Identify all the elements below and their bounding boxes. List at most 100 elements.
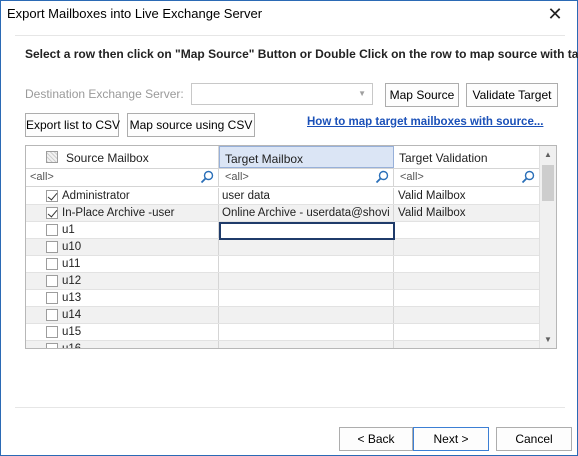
search-icon[interactable] (200, 170, 214, 184)
cell-source[interactable]: u10 (26, 239, 219, 255)
source-mailbox-text: u15 (62, 326, 82, 338)
search-icon[interactable] (521, 170, 535, 184)
cancel-button[interactable]: Cancel (496, 427, 572, 451)
row-checkbox[interactable] (46, 292, 58, 304)
row-checkbox[interactable] (46, 258, 58, 270)
cell-validation (394, 307, 540, 323)
cell-validation (394, 239, 540, 255)
cell-validation (394, 222, 540, 238)
filter-source-text: <all> (30, 171, 54, 183)
source-mailbox-text: u10 (62, 241, 82, 253)
cell-source[interactable]: In-Place Archive -user (26, 205, 219, 221)
row-checkbox[interactable] (46, 224, 58, 236)
scroll-up-icon[interactable]: ▲ (540, 146, 556, 163)
cell-validation (394, 273, 540, 289)
destination-server-dropdown[interactable]: ▼ (191, 83, 373, 105)
table-row[interactable]: In-Place Archive -user Online Archive - u… (26, 205, 540, 222)
cell-source[interactable]: u13 (26, 290, 219, 306)
export-dialog: Export Mailboxes into Live Exchange Serv… (0, 0, 578, 456)
cell-target[interactable] (219, 273, 394, 289)
source-mailbox-text: u11 (62, 258, 81, 270)
source-mailbox-text: Administrator (62, 190, 130, 202)
bottom-divider (15, 407, 565, 408)
row-checkbox[interactable] (46, 241, 58, 253)
top-divider (15, 35, 565, 36)
column-header-target[interactable]: Target Mailbox (219, 146, 394, 168)
select-all-checkbox[interactable] (46, 151, 58, 163)
how-to-map-link[interactable]: How to map target mailboxes with source.… (307, 116, 543, 128)
target-validation-text: Valid Mailbox (398, 190, 466, 202)
chevron-down-icon: ▼ (358, 89, 366, 98)
row-checkbox[interactable] (46, 343, 58, 348)
source-mailbox-text: u12 (62, 275, 82, 287)
cell-target[interactable] (219, 324, 394, 340)
target-mailbox-text: Online Archive - userdata@shovi... (222, 207, 390, 219)
cell-source[interactable]: u1 (26, 222, 219, 238)
mailbox-mapping-grid: Source Mailbox Target Mailbox Target Val… (25, 145, 557, 349)
cell-target[interactable] (219, 256, 394, 272)
cell-source[interactable]: Administrator (26, 188, 219, 204)
grid-filter-row: <all> <all> <all> (26, 169, 540, 187)
cell-target[interactable]: Online Archive - userdata@shovi... (219, 205, 394, 221)
next-button[interactable]: Next > (413, 427, 489, 451)
search-icon[interactable] (375, 170, 389, 184)
filter-source[interactable]: <all> (26, 169, 219, 186)
filter-target[interactable]: <all> (219, 169, 394, 186)
row-checkbox[interactable] (46, 207, 58, 219)
cell-target[interactable]: user data (219, 188, 394, 204)
export-list-csv-button[interactable]: Export list to CSV (25, 113, 120, 137)
instruction-text: Select a row then click on "Map Source" … (25, 47, 578, 61)
filter-validation[interactable]: <all> (394, 169, 540, 186)
cell-target[interactable] (219, 290, 394, 306)
active-cell-editor[interactable] (219, 222, 395, 240)
close-icon[interactable]: ✕ (543, 3, 567, 25)
row-checkbox[interactable] (46, 275, 58, 287)
table-row[interactable]: u14 (26, 307, 540, 324)
source-mailbox-text: u1 (62, 224, 75, 236)
filter-validation-text: <all> (400, 171, 424, 183)
table-row[interactable]: u13 (26, 290, 540, 307)
cell-source[interactable]: u14 (26, 307, 219, 323)
cell-validation (394, 324, 540, 340)
source-mailbox-text: u13 (62, 292, 82, 304)
column-header-label: Source Mailbox (66, 151, 149, 165)
table-row[interactable]: Administrator user data Valid Mailbox (26, 188, 540, 205)
cell-target[interactable] (219, 307, 394, 323)
destination-server-label: Destination Exchange Server: (25, 87, 184, 101)
table-row[interactable]: u1 (26, 222, 540, 240)
cell-source[interactable]: u11 (26, 256, 219, 272)
column-header-validation[interactable]: Target Validation (394, 146, 540, 168)
table-row[interactable]: u12 (26, 273, 540, 290)
cell-source[interactable]: u12 (26, 273, 219, 289)
validate-target-button[interactable]: Validate Target (466, 83, 558, 107)
cell-target[interactable] (219, 239, 394, 255)
back-button[interactable]: < Back (339, 427, 413, 451)
scroll-down-icon[interactable]: ▼ (540, 331, 556, 348)
source-mailbox-text: In-Place Archive -user (62, 207, 175, 219)
title-bar: Export Mailboxes into Live Exchange Serv… (1, 1, 577, 29)
table-row[interactable]: u15 (26, 324, 540, 341)
row-checkbox[interactable] (46, 326, 58, 338)
table-row[interactable]: u16 (26, 341, 540, 348)
window-title: Export Mailboxes into Live Exchange Serv… (7, 6, 263, 21)
table-row[interactable]: u10 (26, 239, 540, 256)
vertical-scrollbar[interactable]: ▲ ▼ (539, 146, 556, 348)
cell-source[interactable]: u16 (26, 341, 219, 348)
scroll-thumb[interactable] (542, 165, 554, 201)
filter-target-text: <all> (225, 171, 249, 183)
source-mailbox-text: u14 (62, 309, 82, 321)
column-header-label: Target Validation (399, 151, 488, 165)
map-source-csv-button[interactable]: Map source using CSV (127, 113, 255, 137)
row-checkbox[interactable] (46, 309, 58, 321)
table-row[interactable]: u11 (26, 256, 540, 273)
column-header-label: Target Mailbox (225, 152, 304, 166)
cell-source[interactable]: u15 (26, 324, 219, 340)
cell-validation (394, 256, 540, 272)
source-mailbox-text: u16 (62, 343, 214, 348)
target-validation-text: Valid Mailbox (398, 207, 466, 219)
column-header-source[interactable]: Source Mailbox (26, 146, 219, 168)
target-mailbox-text: user data (222, 190, 270, 202)
map-source-button[interactable]: Map Source (385, 83, 459, 107)
cell-target[interactable] (219, 341, 394, 348)
row-checkbox[interactable] (46, 190, 58, 202)
